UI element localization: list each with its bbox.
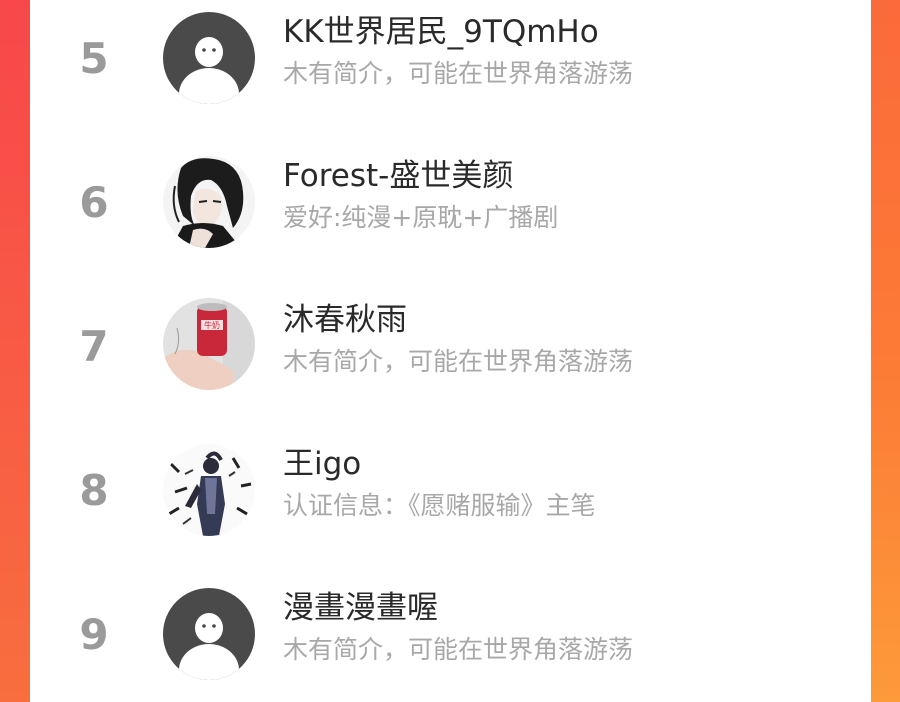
ranking-item[interactable]: 7 牛奶 沐春秋雨 木有简介，可能在世界角落游荡: [30, 288, 871, 432]
user-name[interactable]: 漫畫漫畫喔: [283, 588, 438, 628]
rank-number: 7: [79, 322, 109, 371]
user-bio: 认证信息：《愿赌服输》主笔: [283, 491, 596, 520]
anime-man-avatar[interactable]: [163, 156, 255, 248]
background-gradient-right: [871, 0, 900, 702]
user-bio: 爱好:纯漫+原耽+广播剧: [283, 203, 559, 232]
user-bio: 木有简介，可能在世界角落游荡: [283, 635, 634, 664]
anime-figure-avatar[interactable]: [163, 444, 255, 536]
rank-number: 6: [79, 178, 109, 227]
rank-number: 8: [79, 466, 109, 515]
user-name[interactable]: KK世界居民_9TQmHo: [283, 12, 599, 52]
drink-can-photo-avatar[interactable]: 牛奶: [163, 298, 255, 390]
user-name[interactable]: Forest-盛世美颜: [283, 156, 513, 196]
svg-text:牛奶: 牛奶: [204, 320, 220, 330]
rank-number: 5: [79, 34, 109, 83]
ranking-item[interactable]: 8 王igo 认证信息：《愿赌服输》主笔: [30, 432, 871, 576]
ranking-item[interactable]: 6 Forest-盛世美颜 爱好:纯漫+原耽+广播剧: [30, 144, 871, 288]
ranking-item[interactable]: 5 KK世界居民_9TQmHo 木有简介，可能在世界角落游荡: [30, 0, 871, 144]
rank-number: 9: [79, 610, 109, 659]
ranking-list: 5 KK世界居民_9TQmHo 木有简介，可能在世界角落游荡 6 Forest-…: [30, 0, 871, 702]
default-avatar-icon[interactable]: [163, 588, 255, 680]
user-name[interactable]: 王igo: [283, 444, 361, 484]
user-name[interactable]: 沐春秋雨: [283, 300, 407, 340]
default-avatar-icon[interactable]: [163, 12, 255, 104]
user-bio: 木有简介，可能在世界角落游荡: [283, 59, 634, 88]
ranking-item[interactable]: 9 漫畫漫畫喔 木有简介，可能在世界角落游荡: [30, 576, 871, 702]
user-bio: 木有简介，可能在世界角落游荡: [283, 347, 634, 376]
